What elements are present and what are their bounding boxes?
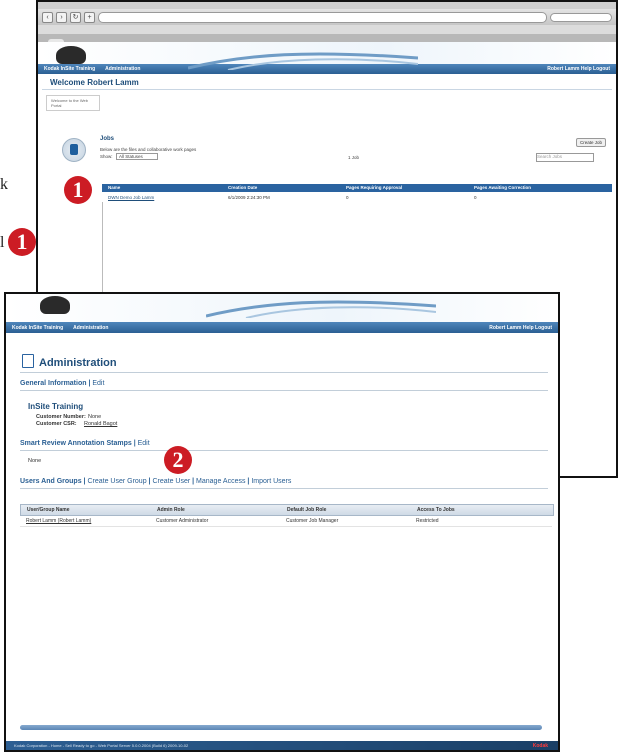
status-text: Kodak Corporation - Home - Sell Ready to… [14, 743, 189, 748]
home-icon[interactable]: + [84, 11, 95, 23]
table-cell: Customer Administrator [156, 518, 209, 524]
nav-administration-link[interactable]: Administration [73, 325, 108, 331]
table-border [102, 202, 103, 302]
header-banner [38, 42, 616, 70]
window-titlebar [38, 2, 616, 9]
forward-icon[interactable]: › [56, 11, 67, 23]
document-icon [22, 354, 34, 368]
nav-user-links[interactable]: Robert Lamm Help Logout [489, 325, 552, 331]
back-icon[interactable]: ‹ [42, 11, 53, 23]
jobs-icon [62, 138, 86, 162]
page-title: Welcome Robert Lamm [42, 74, 612, 90]
section-label: Smart Review Annotation Stamps [20, 440, 132, 447]
nav-administration-link[interactable]: Administration [105, 66, 140, 72]
customer-csr-link[interactable]: Ronald Bagot [84, 421, 117, 427]
column-header[interactable]: Creation Date [228, 184, 257, 192]
top-nav: Kodak InSite Training Administration Rob… [6, 322, 558, 333]
general-information-edit-link[interactable]: Edit [92, 380, 104, 387]
column-header[interactable]: Pages Requiring Approval [346, 184, 402, 192]
bookmarks-bar [38, 25, 616, 34]
search-jobs-input[interactable]: Search Jobs [536, 153, 594, 162]
section-label: Users And Groups [20, 478, 82, 485]
divider [20, 488, 548, 489]
job-name-link[interactable]: DWN Demo Job Lamm [108, 194, 154, 202]
column-header[interactable]: User/Group Name [27, 505, 70, 515]
jobs-description: Below are the files and collaborative wo… [100, 147, 197, 152]
smart-review-heading: Smart Review Annotation Stamps | Edit [20, 440, 150, 447]
table-cell: 0 [474, 195, 477, 200]
status-bar: Kodak Corporation - Home - Sell Ready to… [6, 741, 558, 750]
create-job-button[interactable]: Create Job [576, 138, 607, 147]
reload-icon[interactable]: ↻ [70, 11, 81, 23]
import-users-link[interactable]: Import Users [251, 478, 291, 485]
divider [20, 450, 548, 451]
customer-csr-label: Customer CSR: [36, 421, 77, 427]
table-cell: Restricted [416, 518, 439, 524]
smart-review-edit-link[interactable]: Edit [138, 440, 150, 447]
nav-home-link[interactable]: Kodak InSite Training [44, 66, 95, 72]
nav-home-link[interactable]: Kodak InSite Training [12, 325, 63, 331]
general-information-heading: General Information | Edit [20, 380, 105, 387]
section-label: General Information [20, 380, 87, 387]
camera-logo-icon [56, 46, 86, 64]
column-header[interactable]: Access To Jobs [417, 505, 455, 515]
table-row[interactable]: Robert Lamm (Robert Lamm) Customer Admin… [20, 516, 552, 527]
banner-swoosh-graphic [206, 300, 436, 318]
camera-logo-icon [40, 296, 70, 314]
page-title: Administration [39, 357, 117, 369]
create-user-link[interactable]: Create User [152, 478, 190, 485]
table-cell: 6/1/2009 2:24:30 PM [228, 195, 270, 200]
customer-number-value: None [88, 414, 102, 420]
column-header[interactable]: Pages Awaiting Correction [474, 184, 531, 192]
status-filter-select[interactable]: All Statuses [116, 153, 158, 160]
organization-name: InSite Training [28, 402, 84, 411]
kodak-logo: Kodak [532, 743, 548, 749]
cropped-text-fragment: l [0, 234, 5, 251]
smart-review-value: None [28, 458, 42, 464]
jobs-heading: Jobs [100, 136, 115, 142]
column-header[interactable]: Admin Role [157, 505, 185, 515]
address-bar[interactable] [98, 11, 547, 23]
user-name-link[interactable]: Robert Lamm (Robert Lamm) [26, 516, 91, 526]
nav-user-links[interactable]: Robert Lamm Help Logout [547, 66, 610, 72]
manage-access-link[interactable]: Manage Access [196, 478, 245, 485]
callout-badge-2: 2 [164, 446, 192, 474]
divider [20, 390, 548, 391]
browser-toolbar: ‹ › ↻ + [38, 9, 616, 25]
administration-screenshot: Kodak InSite Training Administration Rob… [4, 292, 560, 752]
users-groups-heading: Users And Groups | Create User Group | C… [20, 478, 292, 485]
table-cell: 0 [346, 195, 349, 200]
cropped-text-fragment: k [0, 176, 8, 193]
column-header[interactable]: Default Job Role [287, 505, 326, 515]
tab-strip [38, 34, 616, 47]
column-header[interactable]: Name [108, 184, 120, 192]
show-label: Show: [100, 154, 113, 159]
jobs-table-header: Name Creation Date Pages Requiring Appro… [102, 184, 612, 192]
header-banner [6, 294, 558, 322]
job-count: 1 Job [348, 155, 360, 160]
customer-number-label: Customer Number: [36, 414, 86, 420]
breadcrumb: Welcome to the Web Portal [46, 95, 100, 111]
banner-swoosh-graphic [188, 52, 418, 70]
divider [20, 372, 548, 373]
page-title-wrapper: Administration [22, 354, 117, 369]
callout-badge-1: 1 [64, 176, 92, 204]
users-table-header: User/Group Name Admin Role Default Job R… [20, 504, 554, 516]
create-user-group-link[interactable]: Create User Group [87, 478, 146, 485]
horizontal-scrollbar[interactable] [20, 725, 542, 730]
callout-badge-1-legend: 1 [8, 228, 36, 256]
table-cell: Customer Job Manager [286, 518, 339, 524]
table-row[interactable]: DWN Demo Job Lamm 6/1/2009 2:24:30 PM 0 … [102, 194, 612, 202]
google-search-box[interactable] [550, 12, 612, 22]
